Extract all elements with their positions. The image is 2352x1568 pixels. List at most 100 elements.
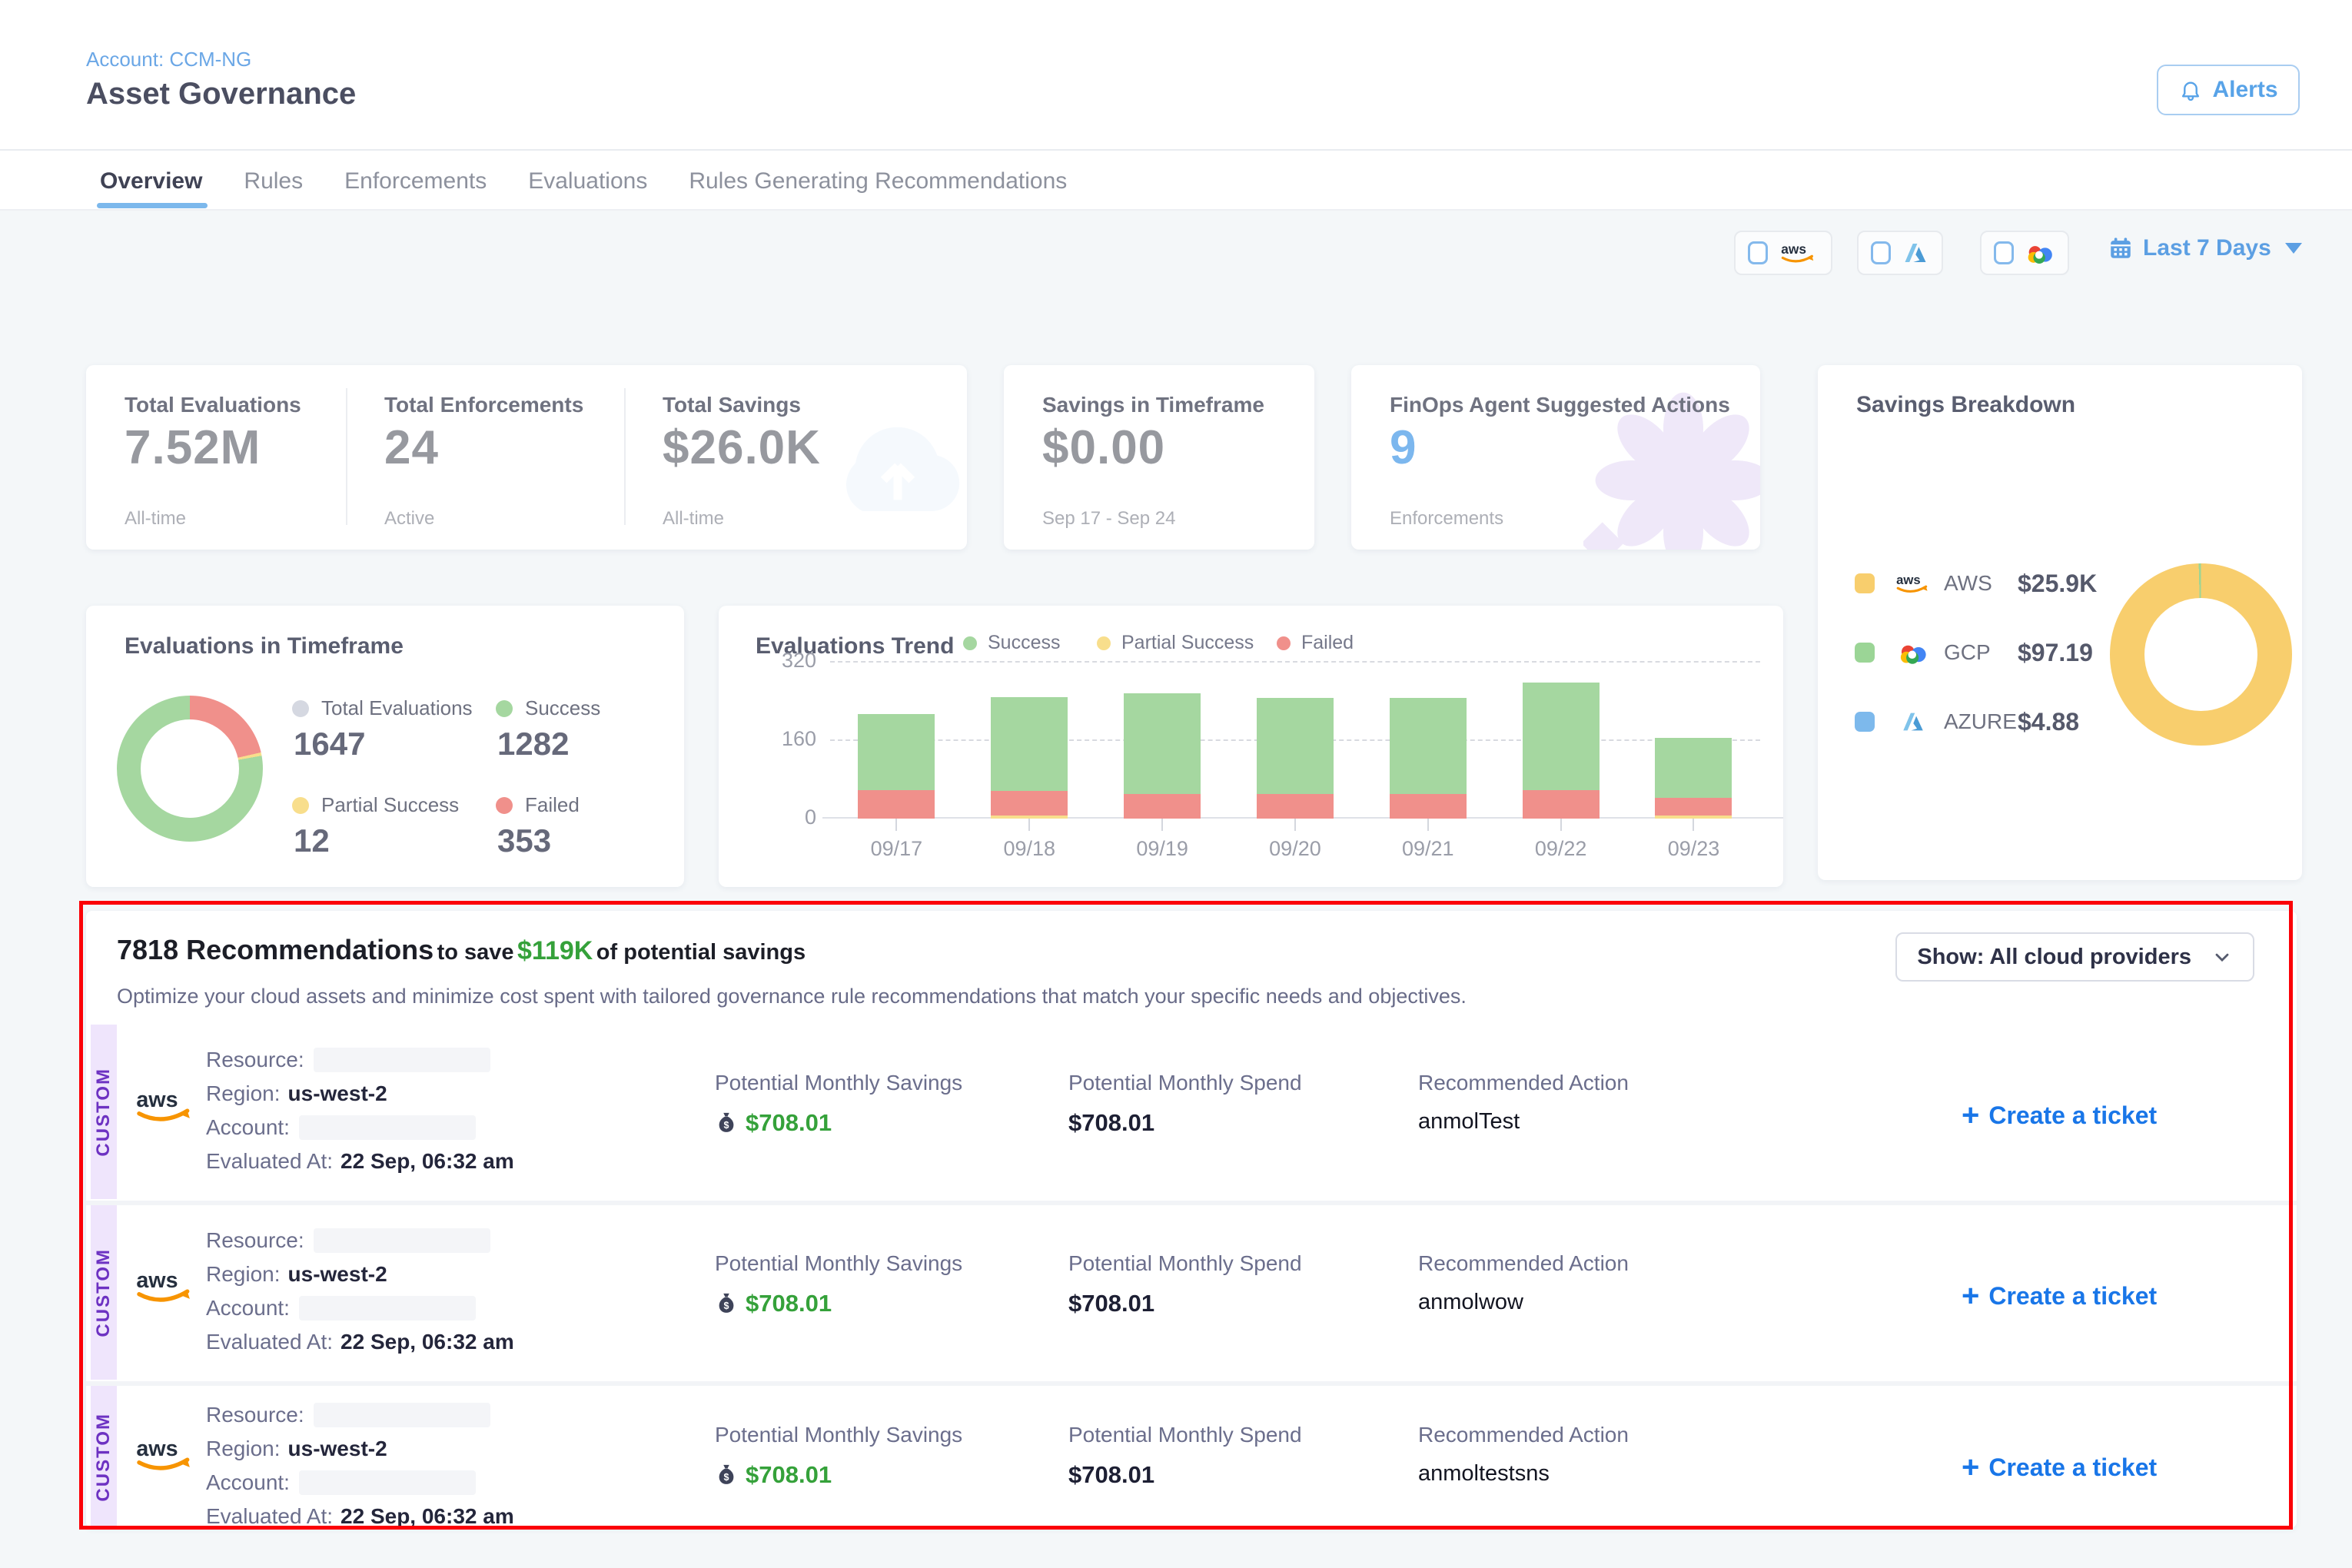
partial-success-value: 12 — [294, 822, 330, 859]
calendar-icon — [2108, 235, 2134, 261]
trend-bar — [1523, 683, 1600, 819]
plus-icon — [1962, 1279, 1979, 1314]
bar-segment-failed — [1655, 798, 1732, 815]
svg-text:$: $ — [724, 1472, 729, 1483]
bar-segment-success — [1124, 693, 1201, 794]
divider — [346, 388, 347, 525]
provider-name: AZURE — [1944, 709, 2018, 734]
partial-success-dot — [292, 797, 309, 814]
tab-overview[interactable]: Overview — [100, 168, 202, 194]
trend-bar — [1124, 693, 1201, 819]
donut-hole — [2144, 598, 2257, 711]
recommendation-row: CUSTOM aws Resource: Region:us-west-2 Ac… — [86, 1205, 2297, 1380]
legend-item-aws: aws AWS $25.9K — [1855, 566, 2097, 600]
aws-logo-icon: aws — [1894, 571, 1932, 596]
redacted-account — [299, 1470, 476, 1495]
provider-name: GCP — [1944, 640, 2018, 665]
create-ticket-link[interactable]: Create a ticket — [1962, 1098, 2157, 1133]
tab-evaluations[interactable]: Evaluations — [528, 168, 647, 194]
bar-segment-failed — [1257, 794, 1334, 819]
trend-bar — [991, 697, 1068, 819]
stat-sublabel: Active — [384, 508, 434, 530]
aws-checkbox[interactable] — [1748, 241, 1768, 264]
stat-value: 24 — [384, 420, 439, 475]
active-tab-underline — [97, 203, 208, 208]
cloud-provider-filter-dropdown[interactable]: Show: All cloud providers — [1895, 932, 2254, 982]
header-divider — [0, 149, 2352, 151]
create-ticket-link[interactable]: Create a ticket — [1962, 1279, 2157, 1314]
bar-segment-success — [991, 697, 1068, 791]
x-axis-label: 09/17 — [858, 819, 935, 861]
total-evaluations-value: 1647 — [294, 726, 365, 762]
recommendation-row: CUSTOM aws Resource: Region:us-west-2 Ac… — [86, 1025, 2297, 1199]
potential-monthly-spend: Potential Monthly Spend $708.01 — [1068, 1251, 1302, 1317]
custom-tag: CUSTOM — [91, 1205, 117, 1380]
aws-filter-chip[interactable]: aws — [1734, 231, 1832, 275]
recommendations-title: 7818 Recommendations to save $119K of po… — [117, 934, 806, 966]
card-title: Savings Breakdown — [1856, 392, 2075, 418]
evaluations-donut — [117, 696, 263, 842]
success-value: 1282 — [497, 726, 569, 762]
tab-rules[interactable]: Rules — [244, 168, 303, 194]
gcp-filter-chip[interactable] — [1980, 231, 2069, 275]
gcp-logo-icon — [1897, 640, 1929, 665]
date-range-picker[interactable]: Last 7 Days — [2108, 235, 2302, 261]
legend-item-azure: AZURE $4.88 — [1855, 705, 2079, 739]
create-ticket-link[interactable]: Create a ticket — [1962, 1450, 2157, 1485]
provider-savings: $97.19 — [2018, 639, 2093, 667]
money-bag-icon: $ — [715, 1110, 738, 1136]
trend-bar — [1655, 738, 1732, 819]
resource-details: Resource: Region:us-west-2 Account: Eval… — [206, 1398, 514, 1528]
legend-failed: Failed — [1277, 632, 1354, 654]
bar-segment-success — [1390, 698, 1467, 794]
azure-logo-icon — [1902, 239, 1929, 267]
trend-bar — [1390, 698, 1467, 819]
partial-success-dot — [1097, 636, 1111, 650]
recommended-action: Recommended Action anmolTest — [1418, 1071, 1629, 1134]
svg-text:aws: aws — [136, 1268, 178, 1293]
date-range-label: Last 7 Days — [2143, 235, 2271, 261]
azure-filter-chip[interactable] — [1857, 231, 1943, 275]
y-tick-label: 0 — [762, 806, 816, 829]
stat-value: $0.00 — [1042, 420, 1165, 475]
bar-segment-failed — [991, 791, 1068, 816]
gcp-checkbox[interactable] — [1994, 241, 2014, 264]
custom-tag: CUSTOM — [91, 1025, 117, 1199]
bar-segment-success — [1257, 698, 1334, 794]
y-tick-label: 320 — [762, 649, 816, 673]
redacted-account — [299, 1296, 476, 1321]
donut-hole — [141, 719, 239, 818]
x-axis-label: 09/19 — [1124, 819, 1201, 861]
money-bag-icon: $ — [715, 1291, 738, 1317]
tab-bar: Overview Rules Enforcements Evaluations … — [100, 158, 1067, 204]
svg-text:aws: aws — [1781, 241, 1806, 257]
savings-breakdown-donut — [2110, 563, 2292, 746]
trend-bar — [1257, 698, 1334, 819]
redacted-resource — [314, 1228, 490, 1253]
savings-in-timeframe-card: Savings in Timeframe $0.00 Sep 17 - Sep … — [1004, 365, 1314, 550]
alerts-label: Alerts — [2212, 77, 2277, 103]
recommended-action: Recommended Action anmoltestsns — [1418, 1423, 1629, 1487]
resource-details: Resource: Region:us-west-2 Account: Eval… — [206, 1043, 514, 1178]
y-tick-label: 160 — [762, 727, 816, 751]
cloud-watermark — [813, 411, 967, 527]
recommendation-row: CUSTOM aws Resource: Region:us-west-2 Ac… — [86, 1386, 2297, 1528]
potential-monthly-spend: Potential Monthly Spend $708.01 — [1068, 1423, 1302, 1489]
savings-amount: $119K — [517, 936, 593, 965]
legend-item-total: Total Evaluations — [292, 696, 473, 720]
bar-segment-failed — [858, 790, 935, 819]
stat-value: $26.0K — [663, 420, 821, 475]
legend-success: Success — [963, 632, 1060, 654]
tabbar-divider — [0, 209, 2352, 211]
azure-checkbox[interactable] — [1871, 241, 1891, 264]
bars-area — [830, 661, 1760, 819]
alerts-button[interactable]: Alerts — [2157, 65, 2300, 115]
custom-tag: CUSTOM — [91, 1386, 117, 1528]
plus-icon — [1962, 1450, 1979, 1485]
tab-enforcements[interactable]: Enforcements — [344, 168, 487, 194]
x-axis-label: 09/22 — [1523, 819, 1600, 861]
tab-rules-generating-recommendations[interactable]: Rules Generating Recommendations — [689, 168, 1067, 194]
evaluations-trend-card: Evaluations Trend Success Partial Succes… — [719, 606, 1783, 887]
svg-text:aws: aws — [136, 1088, 178, 1112]
account-breadcrumb[interactable]: Account: CCM-NG — [86, 48, 251, 71]
